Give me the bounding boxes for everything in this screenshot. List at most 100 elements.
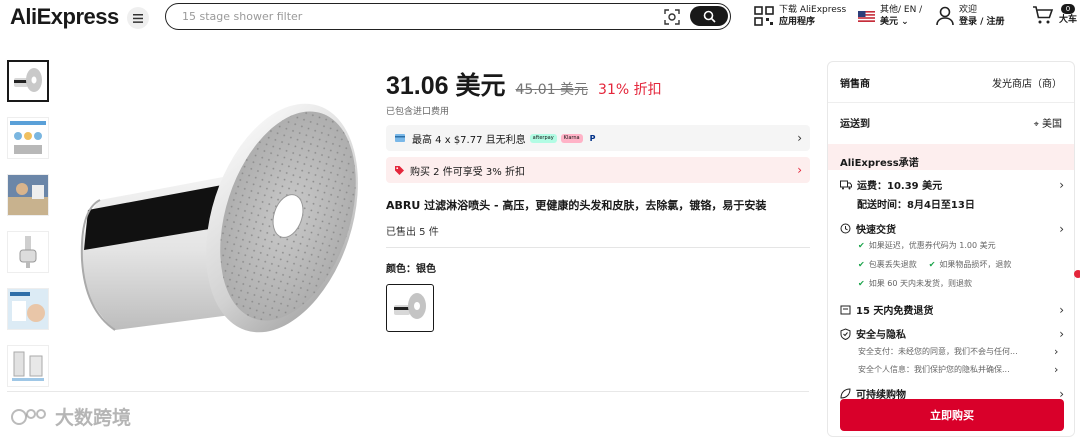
thumbnail-6[interactable] — [7, 345, 49, 387]
sub-text: 如果 60 天内未发货，则退款 — [868, 279, 972, 288]
promise-title: AliExpress承诺 — [828, 144, 1074, 170]
sub-text: 安全个人信息：我们保护您的隐私并确保... — [858, 365, 1010, 374]
color-swatch-silver[interactable] — [386, 284, 434, 332]
chevron-down-icon: ⌄ — [901, 17, 909, 27]
chevron-right-icon: › — [797, 131, 802, 145]
current-price: 31.06 美元 — [386, 72, 506, 100]
seller-label: 销售商 — [840, 79, 870, 90]
installment-text: 最高 4 x $7.77 且无利息 — [412, 134, 526, 146]
product-thumb — [8, 232, 48, 272]
security-sub-1: 安全支付：未经您的同意，我们不会与任何... › — [858, 345, 1058, 358]
download-app[interactable]: 下载 AliExpress 应用程序 — [754, 4, 846, 28]
language-currency[interactable]: 其他/ EN / 美元 ⌄ — [858, 4, 922, 28]
thumbnail-4[interactable] — [7, 231, 49, 273]
thumbnail-3[interactable] — [7, 174, 49, 216]
thumbnail-1[interactable] — [7, 60, 49, 102]
watermark-logo-icon — [11, 408, 46, 425]
klarna-chip: Klarna — [560, 133, 583, 143]
thumbnail-5[interactable] — [7, 288, 49, 330]
us-flag-icon — [858, 10, 875, 22]
section-divider — [7, 391, 809, 392]
afterpay-chip: afterpay — [529, 133, 557, 143]
shipping-fee: 运费：10.39 美元 — [857, 181, 943, 192]
top-header: AliExpress 下载 AliExpress 应用程序 其他/ EN / 美元 … — [0, 0, 1080, 36]
seller-row[interactable]: 销售商 发光商店（商） — [840, 75, 1062, 90]
location-pin-icon: ⌖ — [1033, 120, 1039, 130]
app-line1: 下载 AliExpress — [779, 5, 847, 15]
search-icon — [703, 10, 716, 23]
installment-bar[interactable]: 最高 4 x $7.77 且无利息 afterpay Klarna P › — [386, 125, 810, 151]
cart-icon — [1033, 6, 1054, 24]
free-returns-label: 15 天内免费退货 — [856, 306, 934, 317]
sub-text: 如果物品损坏，退款 — [939, 260, 1012, 269]
price-row: 31.06 美元 45.01 美元 31% 折扣 — [386, 66, 810, 102]
menu-icon — [133, 13, 143, 23]
shower-filter-illustration — [80, 103, 358, 333]
product-title: ABRU 过滤淋浴喷头 - 高压，更健康的头发和皮肤，去除氯，镀铬，易于安装 — [386, 199, 767, 212]
delivery-text: 配送时间：8月4日至13日 — [857, 200, 975, 211]
sub-text: 如果延迟，优惠券代码为 1.00 美元 — [868, 241, 996, 250]
installment-icon — [395, 134, 405, 142]
main-product-image[interactable] — [60, 60, 380, 360]
color-label: 颜色：银色 — [386, 264, 436, 275]
aliexpress-logo[interactable]: AliExpress — [10, 4, 119, 30]
ship-to-label: 运送到 — [840, 119, 870, 130]
feedback-dot[interactable] — [1074, 270, 1080, 278]
search-button[interactable] — [690, 6, 728, 26]
qr-code-icon — [754, 6, 774, 26]
leaf-icon — [840, 388, 851, 399]
buy-now-button[interactable]: 立即购买 — [840, 399, 1064, 431]
free-returns-row[interactable]: 15 天内免费退货 › — [840, 302, 1064, 317]
thumbnail-list — [7, 60, 51, 402]
app-line2: 应用程序 — [779, 17, 816, 27]
chevron-right-icon: › — [1059, 177, 1064, 192]
product-info: 31.06 美元 45.01 美元 31% 折扣 已包含进口费用 最高 4 x … — [386, 66, 810, 332]
package-thumb — [8, 346, 48, 386]
menu-button[interactable] — [127, 7, 149, 29]
chevron-right-icon: › — [1059, 302, 1064, 317]
ship-to-row[interactable]: 运送到 ⌖ 美国 — [840, 115, 1062, 130]
ship-to-country: 美国 — [1042, 119, 1062, 130]
aliexpress-promise: AliExpress承诺 运费：10.39 美元 › 配送时间：8月4日至13日… — [828, 144, 1074, 436]
seller-name[interactable]: 发光商店（商） — [992, 75, 1062, 90]
chevron-right-icon: › — [797, 163, 802, 177]
search-input[interactable] — [182, 8, 652, 25]
sub-text: 安全支付：未经您的同意，我们不会与任何... — [858, 347, 1018, 356]
chevron-right-icon: › — [1059, 221, 1064, 236]
infographic-thumb — [8, 118, 48, 158]
swatch-image — [394, 293, 426, 319]
thumbnail-2[interactable] — [7, 117, 49, 159]
security-sub-2: 安全个人信息：我们保护您的隐私并确保... › — [858, 363, 1058, 376]
user-icon — [936, 6, 954, 26]
shower-head-thumb — [14, 68, 42, 92]
fast-sub-1: ✔ 如果延迟，优惠券代码为 1.00 美元 — [858, 240, 996, 251]
lifestyle-thumb — [8, 175, 48, 215]
panel-divider — [828, 102, 1074, 103]
tax-note: 已包含进口费用 — [386, 107, 450, 117]
welcome-text: 欢迎 — [959, 5, 978, 15]
shipping-fee-row[interactable]: 运费：10.39 美元 › — [840, 177, 1064, 192]
sold-count: 已售出 5 件 — [386, 227, 439, 238]
fast-delivery-row[interactable]: 快速交货 › — [840, 221, 1064, 236]
search-bar — [165, 3, 731, 30]
purchase-panel: 销售商 发光商店（商） 运送到 ⌖ 美国 AliExpress承诺 运费：10.… — [827, 61, 1075, 437]
delivery-time: 配送时间：8月4日至13日 — [857, 196, 1064, 211]
fast-sub-2: ✔ 包裹丢失退款 ✔ 如果物品损坏，退款 — [858, 259, 1011, 270]
promo-text: 购买 2 件可享受 3% 折扣 — [410, 166, 525, 178]
account-menu[interactable]: 欢迎 登录 / 注册 — [936, 4, 1005, 28]
check-icon: ✔ — [858, 279, 865, 288]
cart-button[interactable]: 0 大车 — [1032, 4, 1077, 26]
security-row[interactable]: 安全与隐私 › — [840, 326, 1064, 341]
promo-bar[interactable]: 购买 2 件可享受 3% 折扣 › — [386, 157, 810, 183]
original-price: 45.01 美元 — [515, 82, 589, 98]
chevron-right-icon: › — [1059, 326, 1064, 341]
currency-label: 美元 — [880, 17, 899, 27]
return-icon — [840, 305, 851, 315]
cart-label: 大车 — [1059, 15, 1078, 25]
image-search-icon[interactable] — [663, 8, 681, 26]
check-icon: ✔ — [858, 241, 865, 250]
sign-in-link[interactable]: 登录 / 注册 — [959, 16, 1005, 28]
fast-sub-3: ✔ 如果 60 天内未发货，则退款 — [858, 278, 972, 289]
paypal-chip: P — [589, 133, 596, 143]
shield-icon — [840, 327, 851, 340]
